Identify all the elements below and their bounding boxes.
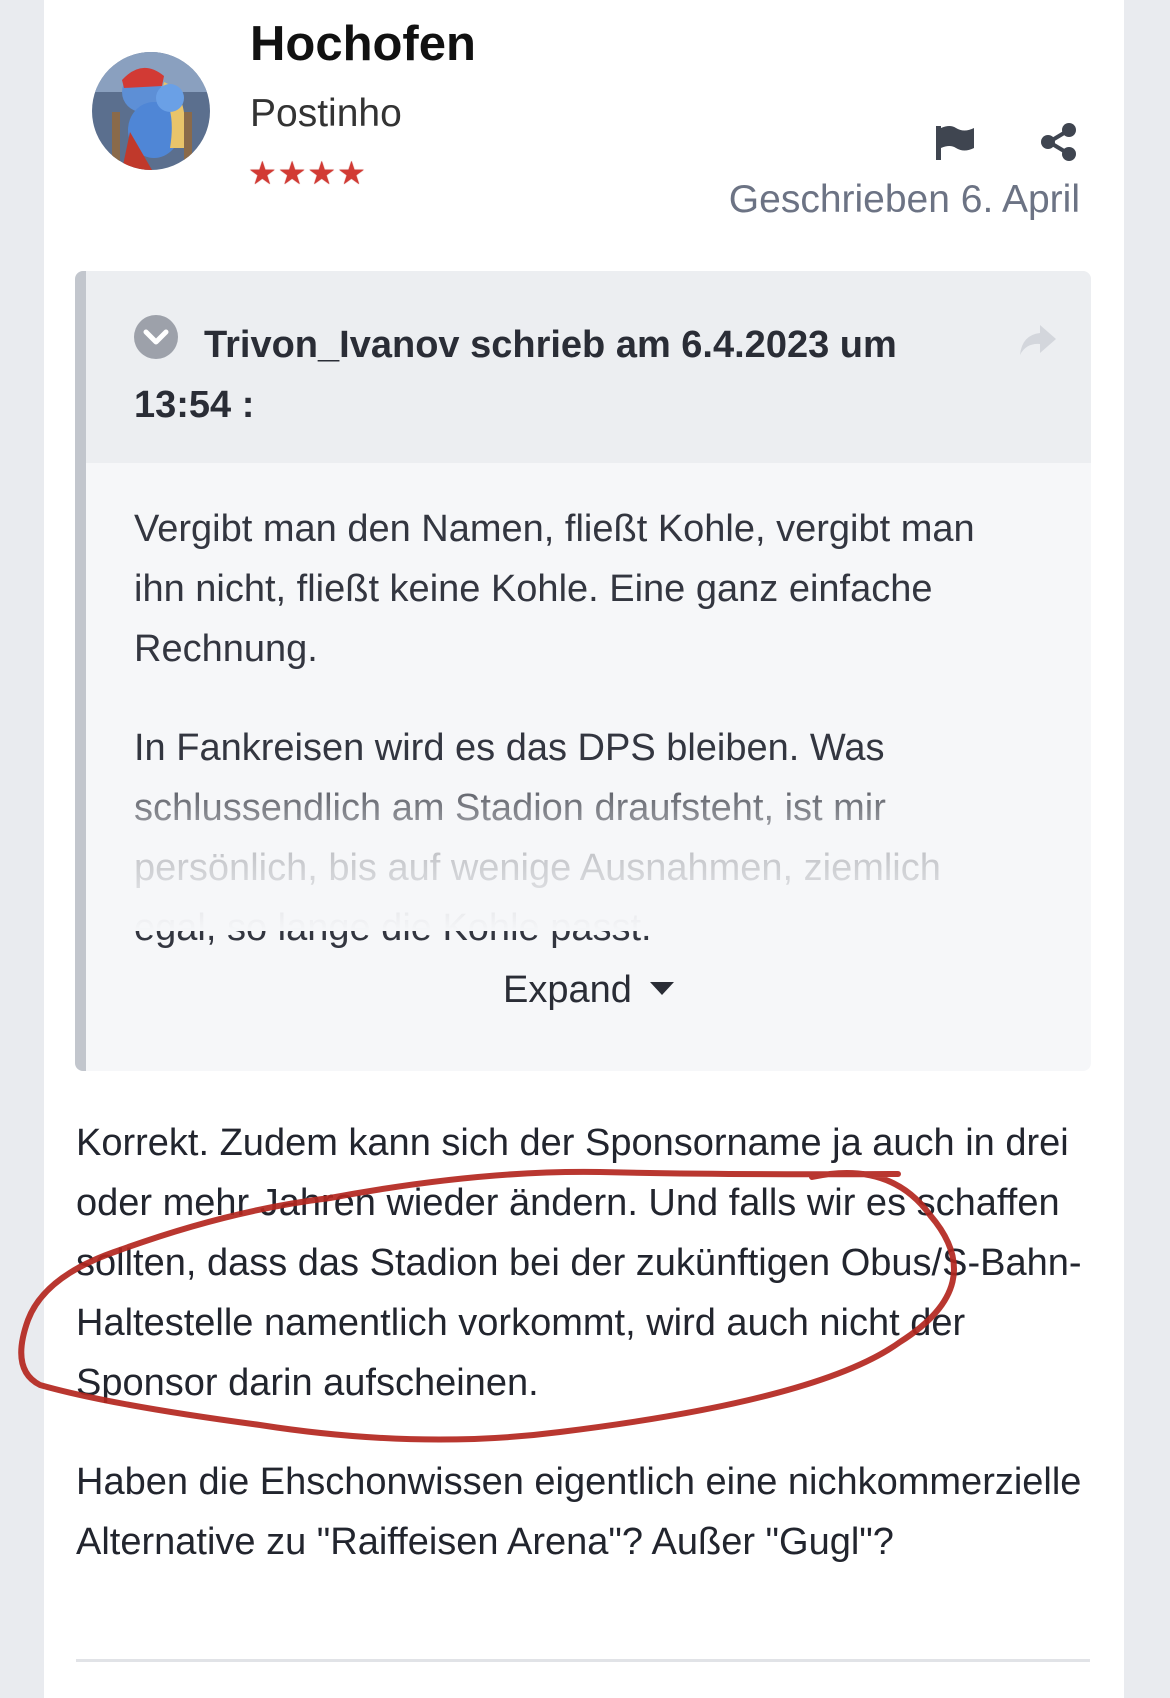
content-paragraph: Haben die Ehschonwissen eigentlich eine …: [76, 1461, 1082, 1563]
expand-label: Expand: [503, 969, 632, 1011]
quote-paragraph: Vergibt man den Namen, fließt Kohle, ver…: [134, 508, 975, 670]
divider: [76, 1659, 1090, 1662]
quote-block: Trivon_Ivanov schrieb am 6.4.2023 um 13:…: [75, 271, 1091, 1071]
caret-down-icon: [649, 982, 674, 996]
expand-button[interactable]: Expand: [86, 969, 1091, 1012]
post-date[interactable]: Geschrieben 6. April: [724, 178, 1080, 222]
content-paragraph: Korrekt. Zudem kann sich der Sponsorname…: [76, 1122, 1082, 1404]
quote-fade: [86, 761, 1091, 931]
post-content: Korrekt. Zudem kann sich der Sponsorname…: [76, 1113, 1086, 1611]
author-group: Postinho: [250, 92, 402, 135]
flag-icon[interactable]: [934, 124, 976, 162]
forum-post: Hochofen Postinho ★★★★ Geschrieben 6. Ap…: [44, 0, 1124, 1698]
avatar[interactable]: [92, 52, 210, 170]
rank-stars: ★★★★: [248, 155, 367, 191]
share-arrow-icon[interactable]: [1016, 321, 1060, 359]
author-name[interactable]: Hochofen: [250, 16, 476, 72]
quote-author: Trivon_Ivanov schrieb am 6.4.2023 um 13:…: [134, 324, 897, 426]
quote-header: Trivon_Ivanov schrieb am 6.4.2023 um 13:…: [86, 271, 1091, 463]
share-icon[interactable]: [1039, 122, 1079, 162]
